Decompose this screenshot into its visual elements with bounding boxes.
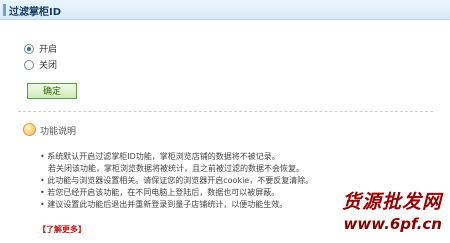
note-line: • 若您已经开启该功能，在不同电脑上登陆后，数据也可以被屏蔽。 [40,188,280,197]
section-divider [18,111,433,112]
lightbulb-icon [23,123,36,136]
radio-on-indicator[interactable] [24,43,34,54]
note-line: • 建议设置此功能后退出并重新登录到量子店铺统计，以便功能生效。 [40,200,288,209]
radio-option-off[interactable]: 关闭 [24,58,57,71]
radio-off-label: 关闭 [39,61,58,71]
learn-more-link[interactable]: 【了解更多】 [38,224,86,235]
note-line: • 系统默认开启过滤掌柜ID功能，掌柜浏览店铺的数据将不被记录。 [40,152,280,161]
note-line: 若关闭该功能，掌柜浏览数据将被统计，且之前被过滤的数据不会恢复。 [48,164,304,173]
radio-option-on[interactable]: 开启 [24,42,57,55]
radio-on-label: 开启 [39,45,58,55]
info-title: 功能说明 [40,127,77,137]
watermark-url: www.6pf.cn [343,215,442,233]
page-title: 过滤掌柜ID [9,7,62,18]
page-header: 过滤掌柜ID [0,0,450,20]
note-line: • 此功能与浏览器设置相关。请保证您的浏览器开启cookie，不要反复清除。 [40,176,314,185]
confirm-button[interactable]: 确定 [27,83,77,99]
header-accent-bar [3,4,6,16]
radio-off-indicator[interactable] [24,59,34,70]
info-notes: • 系统默认开启过滤掌柜ID功能，掌柜浏览店铺的数据将不被记录。 若关闭该功能，… [40,151,435,211]
